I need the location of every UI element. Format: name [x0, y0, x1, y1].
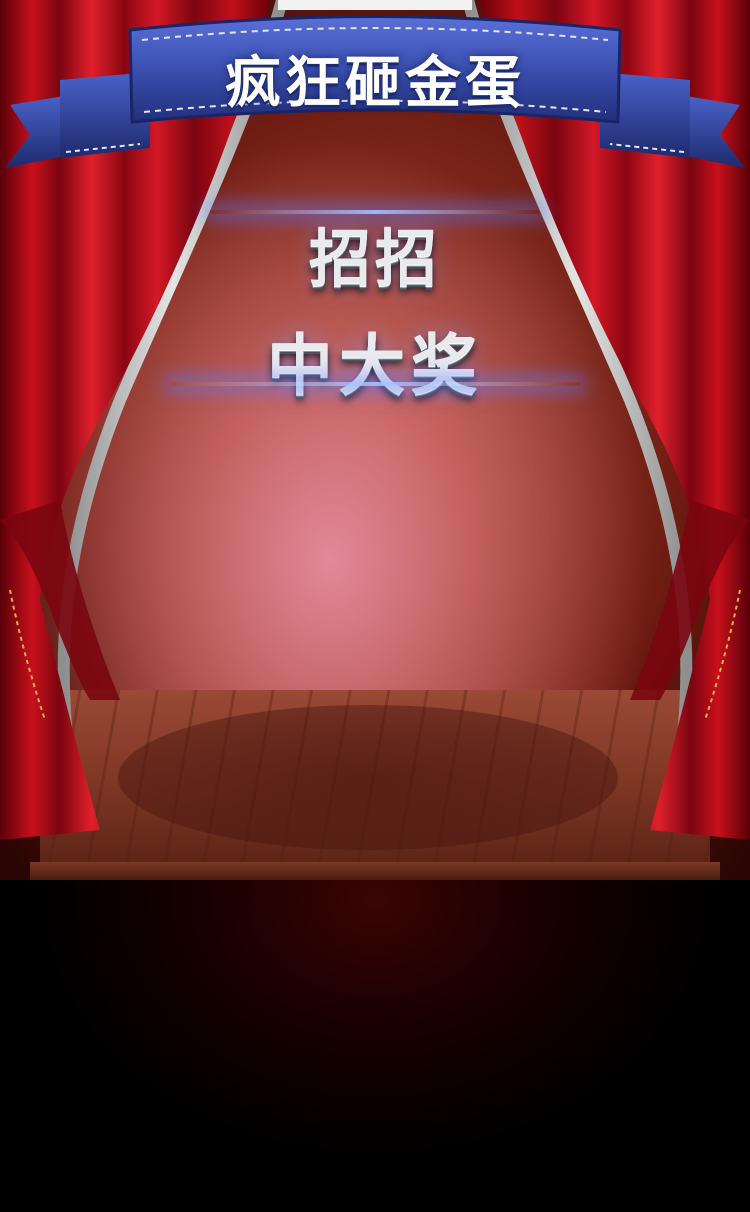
- slogan-line-2: 中大奖: [267, 327, 483, 404]
- slogan-line-1: 招招: [308, 222, 441, 295]
- game-title: 疯狂砸金蛋: [225, 51, 525, 116]
- lower-dark-area: [0, 880, 750, 1212]
- glow-line-bottom: [170, 382, 580, 386]
- game-stage-page: 疯狂砸金蛋 招招 中大奖: [0, 0, 750, 1212]
